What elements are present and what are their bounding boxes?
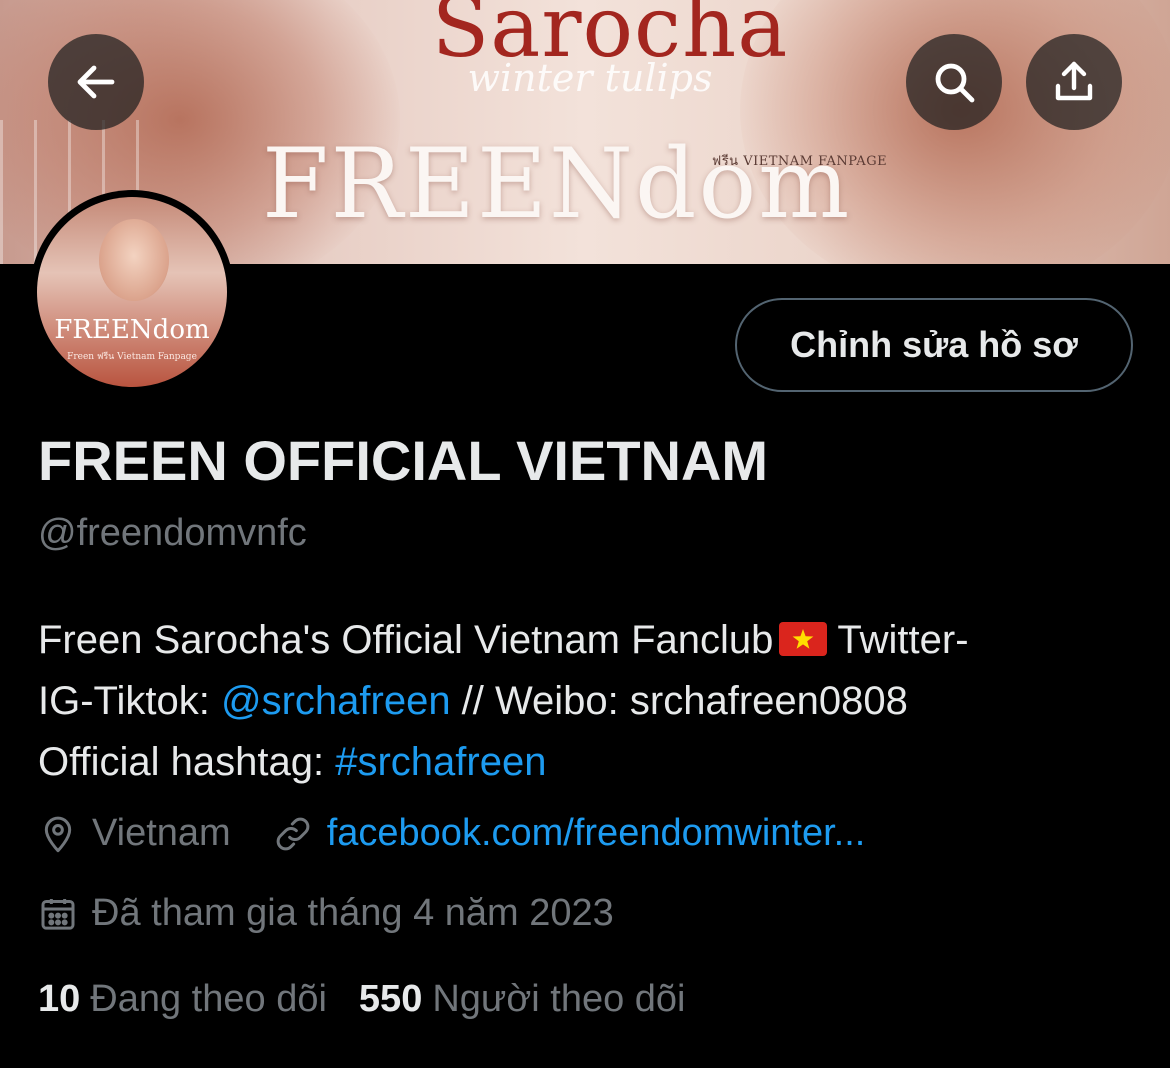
- followers-label: Người theo dõi: [432, 978, 686, 1020]
- profile-bio: Freen Sarocha's Official Vietnam Fanclub…: [38, 610, 1138, 793]
- location-text: Vietnam: [92, 812, 231, 854]
- joined-text: Đã tham gia tháng 4 năm 2023: [92, 892, 614, 934]
- follow-stats: 10 Đang theo dõi 550 Người theo dõi: [38, 978, 686, 1021]
- profile-meta-location-row: Vietnam facebook.com/freendomwinter...: [38, 812, 865, 855]
- back-arrow-icon: [77, 65, 115, 99]
- back-button[interactable]: [48, 34, 144, 130]
- website-text[interactable]: facebook.com/freendomwinter...: [327, 812, 866, 855]
- bio-text: Official hashtag:: [38, 740, 336, 784]
- hashtag-link[interactable]: #srchafreen: [335, 740, 546, 784]
- following-label: Đang theo dõi: [90, 978, 327, 1020]
- avatar[interactable]: FREENdom Freen ฟรีน Vietnam Fanpage: [30, 190, 234, 394]
- mention-link[interactable]: @srchafreen: [221, 679, 451, 723]
- user-handle: @freendomvnfc: [38, 512, 307, 554]
- website-link[interactable]: facebook.com/freendomwinter...: [273, 812, 866, 855]
- avatar-brand-word: FREENdom: [54, 315, 210, 345]
- avatar-image: FREENdom Freen ฟรีน Vietnam Fanpage: [37, 197, 227, 387]
- search-button[interactable]: [906, 34, 1002, 130]
- calendar-icon: [41, 898, 75, 930]
- following-stat[interactable]: 10 Đang theo dõi: [38, 978, 327, 1021]
- avatar-face: [99, 219, 169, 301]
- profile-meta-joined-row: Đã tham gia tháng 4 năm 2023: [38, 892, 614, 935]
- edit-profile-button[interactable]: Chỉnh sửa hồ sơ: [735, 298, 1133, 392]
- share-icon: [1055, 61, 1093, 101]
- link-icon: [276, 817, 310, 850]
- bio-text: IG-Tiktok:: [38, 679, 221, 723]
- banner-brand-word: FREENdom: [262, 128, 852, 240]
- bio-line-3: Official hashtag: #srchafreen: [38, 732, 1138, 793]
- location-pin-icon: [44, 816, 72, 852]
- bio-line-2: IG-Tiktok: @srchafreen // Weibo: srchafr…: [38, 671, 1138, 732]
- followers-stat[interactable]: 550 Người theo dõi: [359, 978, 686, 1021]
- banner-subtitle: winter tulips: [467, 56, 713, 100]
- bio-text: Freen Sarocha's Official Vietnam Fanclub: [38, 618, 774, 662]
- bio-text-tail: Twitter-: [837, 618, 969, 662]
- following-count: 10: [38, 978, 81, 1020]
- bio-line-1: Freen Sarocha's Official Vietnam Fanclub…: [38, 610, 1138, 671]
- avatar-tiny-text: Freen ฟรีน Vietnam Fanpage: [67, 352, 197, 362]
- share-button[interactable]: [1026, 34, 1122, 130]
- search-icon: [935, 63, 975, 103]
- followers-count: 550: [358, 978, 423, 1020]
- display-name: FREEN OFFICIAL VIETNAM: [38, 429, 769, 492]
- bio-text: // Weibo: srchafreen0808: [450, 679, 908, 723]
- vietnam-flag-icon: [779, 622, 828, 656]
